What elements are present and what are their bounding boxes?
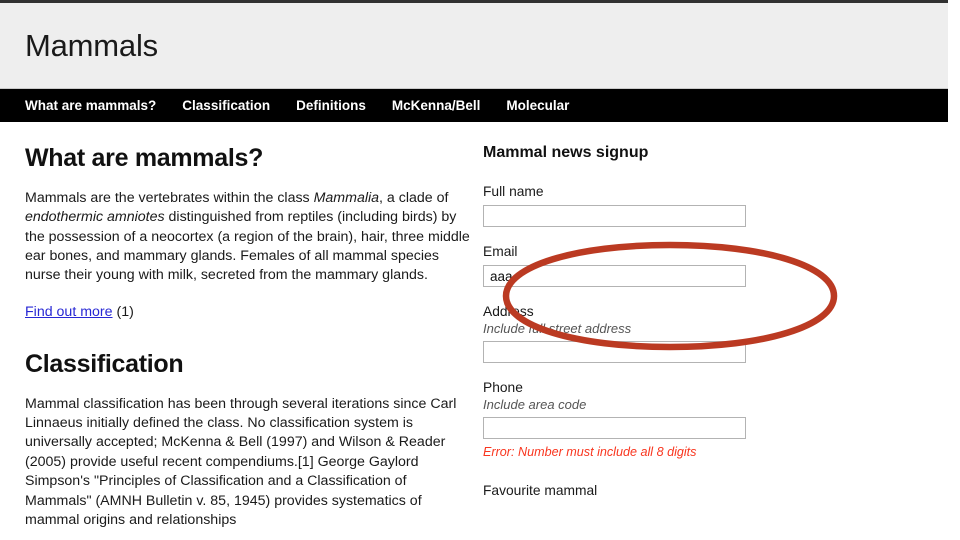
form-title: Mammal news signup: [483, 144, 649, 161]
field-favourite-mammal: Favourite mammal: [483, 483, 770, 498]
link-find-out-more[interactable]: Find out more: [25, 304, 113, 320]
paragraph-classification: Mammal classification has been through s…: [25, 395, 457, 528]
site-masthead: Mammals: [0, 3, 948, 89]
nav-item-what-are-mammals[interactable]: What are mammals?: [25, 98, 156, 113]
nav-item-definitions[interactable]: Definitions: [296, 98, 366, 113]
label-phone: Phone: [483, 380, 523, 395]
browser-viewport: Mammals What are mammals? Classification…: [0, 0, 960, 540]
input-full-name[interactable]: [483, 205, 746, 227]
paragraph-text-part: , a clade of: [379, 189, 449, 206]
field-email: Email: [483, 244, 770, 287]
field-full-name: Full name: [483, 184, 770, 227]
field-address: Address Include full street address: [483, 304, 770, 363]
nav-item-mckenna-bell[interactable]: McKenna/Bell: [392, 98, 481, 113]
nav-item-molecular[interactable]: Molecular: [506, 98, 569, 113]
main-navigation: What are mammals? Classification Definit…: [0, 89, 948, 122]
webpage: Mammals What are mammals? Classification…: [0, 3, 948, 540]
nav-item-classification[interactable]: Classification: [182, 98, 270, 113]
hint-phone: Include area code: [483, 397, 587, 412]
reference-number-1: (1): [116, 303, 134, 320]
label-full-name: Full name: [483, 184, 544, 199]
label-address: Address: [483, 304, 534, 319]
emphasis-endothermic-amniotes: endothermic amniotes: [25, 209, 165, 226]
article-column: What are mammals? Mammals are the verteb…: [0, 122, 470, 540]
label-email: Email: [483, 244, 518, 259]
error-message-phone: Error: Number must include all 8 digits: [483, 445, 697, 459]
paragraph-text-part: Mammals are the vertebrates within the c…: [25, 189, 314, 206]
section-heading-what-are-mammals: What are mammals?: [25, 144, 264, 172]
site-title: Mammals: [25, 28, 158, 63]
label-favourite-mammal: Favourite mammal: [483, 483, 598, 498]
find-out-more-row: Find out more (1): [25, 304, 470, 320]
input-email[interactable]: [483, 265, 746, 287]
hint-address: Include full street address: [483, 321, 632, 336]
page-content: What are mammals? Mammals are the verteb…: [0, 122, 948, 540]
paragraph-what-are-mammals: Mammals are the vertebrates within the c…: [25, 189, 470, 286]
section-heading-classification: Classification: [25, 349, 184, 378]
emphasis-mammalia: Mammalia: [313, 189, 380, 206]
signup-form-column: Mammal news signup Full name Email Addre…: [470, 122, 770, 540]
input-address[interactable]: [483, 341, 746, 363]
input-phone[interactable]: [483, 417, 746, 439]
field-phone: Phone Include area code Error: Number mu…: [483, 380, 770, 459]
